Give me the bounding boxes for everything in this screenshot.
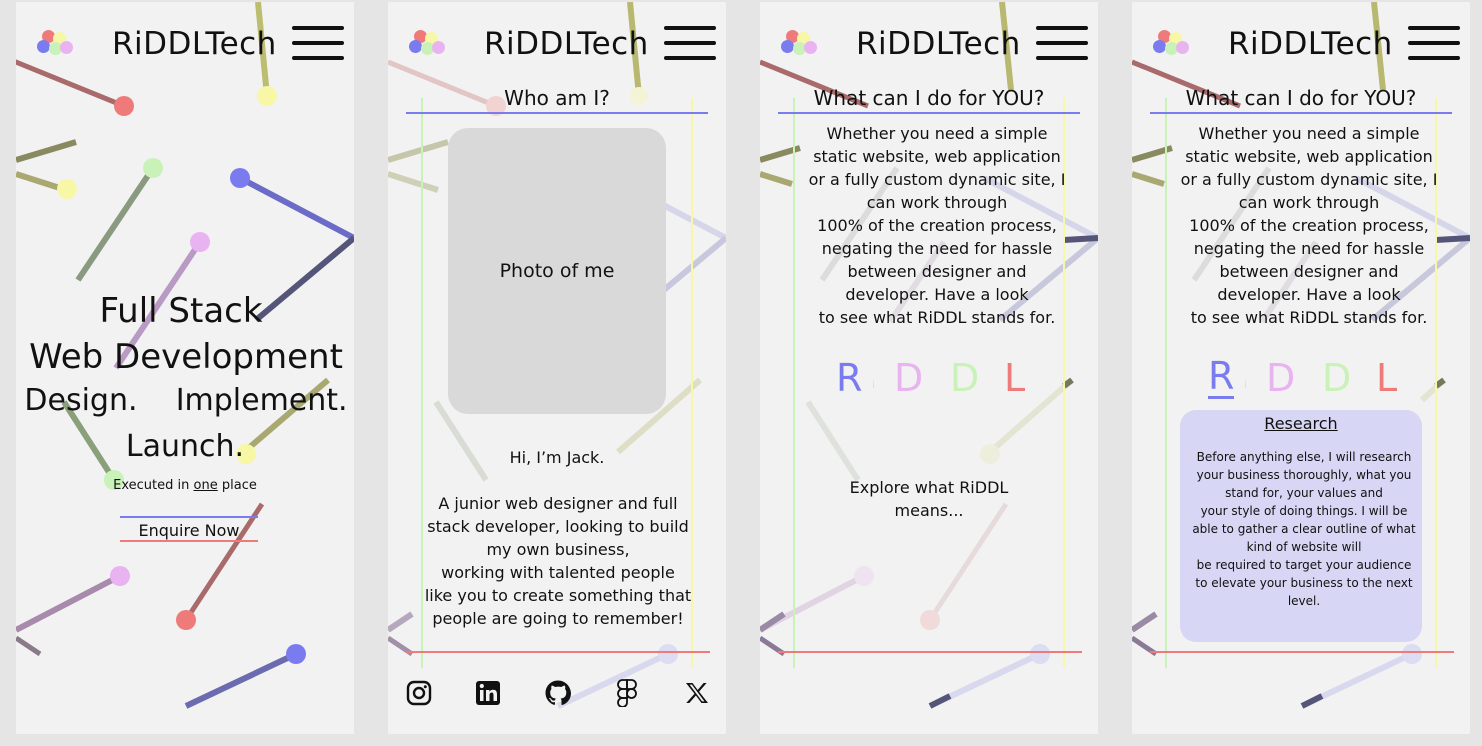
executed-emphasis: one	[193, 478, 218, 493]
section-title: What can I do for YOU?	[1150, 84, 1452, 114]
riddl-letter-d2[interactable]: D	[950, 356, 979, 400]
riddl-letter-l[interactable]: L	[1004, 356, 1025, 400]
figma-icon[interactable]	[612, 678, 642, 708]
research-card: Research Before anything else, I will re…	[1180, 410, 1422, 642]
photo-placeholder: Photo of me	[448, 128, 666, 414]
card-line: Before anything else, I will research	[1196, 450, 1412, 464]
colored-dots-logo-icon[interactable]	[34, 28, 74, 58]
riddl-letter-r-selected[interactable]: R	[1208, 356, 1235, 399]
bio-line: working with talented people	[441, 563, 675, 582]
description-line: static website, web application	[813, 147, 1061, 166]
bio-line: A junior web designer and full	[438, 494, 678, 513]
description-line: 100% of the creation process,	[817, 216, 1057, 235]
executed-note: Executed in one place	[16, 478, 354, 493]
services-description: Whether you need a simple static website…	[796, 122, 1078, 329]
photo-placeholder-label: Photo of me	[499, 260, 615, 282]
description-line: Whether you need a simple	[826, 124, 1048, 143]
greeting: Hi, I’m Jack.	[509, 448, 605, 467]
enquire-now-button[interactable]: Enquire Now	[120, 516, 258, 542]
description-line: developer. Have a look	[1217, 285, 1401, 304]
bio-text: A junior web designer and full stack dev…	[418, 492, 698, 630]
brand-name[interactable]: RiDDLTech	[856, 26, 1021, 62]
hamburger-menu-icon[interactable]	[1036, 26, 1088, 62]
brand-name[interactable]: RiDDLTech	[484, 26, 649, 62]
brand-name[interactable]: RiDDLTech	[1228, 26, 1393, 62]
riddl-letter-i[interactable]: i	[1244, 378, 1247, 391]
description-line: or a fully custom dynamic site, I	[1180, 170, 1438, 189]
colored-dots-logo-icon[interactable]	[406, 28, 446, 58]
bio-line: people are going to remember!	[432, 609, 684, 628]
description-line: to see what RiDDL stands for.	[818, 308, 1056, 327]
card-line: to elevate your business to the next	[1195, 576, 1413, 590]
hamburger-menu-icon[interactable]	[664, 26, 716, 62]
description-line: negating the need for hassle	[821, 239, 1053, 258]
description-line: 100% of the creation process,	[1189, 216, 1429, 235]
riddl-letter-l[interactable]: L	[1376, 356, 1397, 400]
description-line: to see what RiDDL stands for.	[1190, 308, 1428, 327]
riddl-letter-d1[interactable]: D	[1266, 356, 1295, 400]
riddl-letter-d1[interactable]: D	[894, 356, 923, 400]
research-screen: RiDDLTech What can I do for YOU? Whether…	[1132, 2, 1470, 734]
linkedin-icon[interactable]	[473, 678, 503, 708]
description-line: between designer and	[1219, 262, 1399, 281]
headline-line-2: Web Development	[29, 337, 343, 377]
explore-line: means...	[894, 501, 964, 520]
instagram-icon[interactable]	[404, 678, 434, 708]
section-title: What can I do for YOU?	[778, 84, 1080, 114]
card-line: your business thoroughly, what you	[1196, 468, 1412, 482]
bio-line: my own business,	[486, 540, 630, 559]
hamburger-menu-icon[interactable]	[292, 26, 344, 62]
riddl-letter-i[interactable]: i	[872, 378, 875, 391]
home-screen: RiDDLTech Full Stack Web Development Des…	[16, 2, 354, 734]
card-line: be required to target your audience	[1196, 558, 1412, 572]
executed-prefix: Executed in	[113, 478, 190, 493]
executed-suffix: place	[221, 478, 257, 493]
riddl-letter-r[interactable]: R	[836, 356, 862, 400]
tagline-implement: Implement.	[175, 383, 348, 418]
services-screen: RiDDLTech What can I do for YOU? Whether…	[760, 2, 1098, 734]
headline: Full Stack Web Development	[16, 288, 346, 380]
colored-dots-logo-icon[interactable]	[778, 28, 818, 58]
description-line: can work through	[866, 193, 1008, 212]
description-line: developer. Have a look	[845, 285, 1029, 304]
description-line: static website, web application	[1185, 147, 1433, 166]
bio-line: like you to create something that	[424, 586, 692, 605]
description-line: or a fully custom dynamic site, I	[808, 170, 1066, 189]
colored-dots-logo-icon[interactable]	[1150, 28, 1190, 58]
card-line: stand for, your values and	[1225, 486, 1383, 500]
headline-line-1: Full Stack	[99, 291, 263, 331]
explore-line: Explore what RiDDL	[849, 478, 1009, 497]
card-title: Research	[1264, 414, 1338, 433]
github-icon[interactable]	[543, 678, 573, 708]
description-line: Whether you need a simple	[1198, 124, 1420, 143]
brand-name[interactable]: RiDDLTech	[112, 26, 277, 62]
card-line: level.	[1287, 594, 1321, 608]
card-body: Before anything else, I will research yo…	[1186, 448, 1422, 610]
services-description: Whether you need a simple static website…	[1168, 122, 1450, 329]
card-line: your style of doing things. I will be	[1200, 504, 1408, 518]
card-line: kind of website will	[1246, 540, 1362, 554]
description-line: can work through	[1238, 193, 1380, 212]
explore-prompt: Explore what RiDDL means...	[820, 476, 1038, 522]
hamburger-menu-icon[interactable]	[1408, 26, 1460, 62]
bio-line: stack developer, looking to build	[427, 517, 689, 536]
x-icon[interactable]	[682, 678, 712, 708]
description-line: between designer and	[847, 262, 1027, 281]
section-title: Who am I?	[406, 84, 708, 114]
tagline-design: Design.	[24, 383, 138, 418]
description-line: negating the need for hassle	[1193, 239, 1425, 258]
tagline-row: Design. Implement.	[16, 380, 354, 422]
card-line: able to gather a clear outline of what	[1192, 522, 1416, 536]
riddl-letter-d2[interactable]: D	[1322, 356, 1351, 400]
tagline-launch: Launch.	[125, 429, 245, 464]
about-screen: RiDDLTech Who am I? Photo of me Hi, I’m …	[388, 2, 726, 734]
